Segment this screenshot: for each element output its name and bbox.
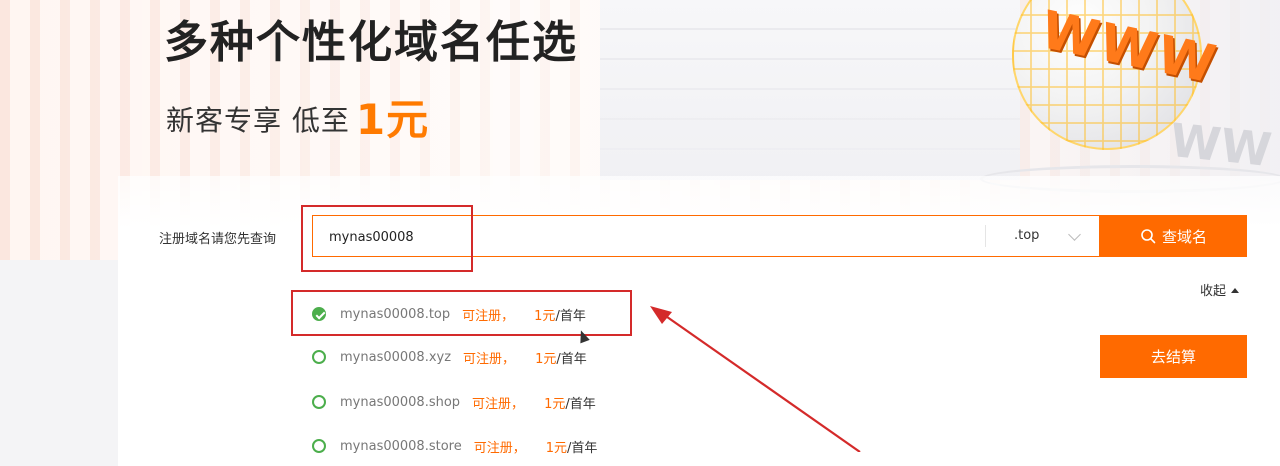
search-box: .top bbox=[312, 215, 1100, 258]
result-status: 可注册， bbox=[462, 308, 515, 324]
chevron-down-icon bbox=[1068, 228, 1081, 241]
checkout-button[interactable]: 去结算 bbox=[1100, 335, 1247, 378]
domain-search-input[interactable] bbox=[327, 216, 971, 258]
banner-price-highlight: 1元 bbox=[355, 95, 430, 144]
result-price: 1元 bbox=[534, 308, 556, 324]
result-domain: mynas00008.shop bbox=[340, 394, 461, 410]
unselected-radio-icon[interactable] bbox=[312, 395, 326, 409]
collapse-label: 收起 bbox=[1200, 284, 1227, 299]
result-unit: /首年 bbox=[556, 351, 587, 367]
result-item[interactable]: mynas00008.top 可注册， 1元/首年 bbox=[312, 302, 586, 326]
tld-select-value: .top bbox=[1014, 228, 1040, 243]
result-domain: mynas00008.store bbox=[340, 438, 462, 454]
search-domain-button[interactable]: 查域名 bbox=[1100, 215, 1247, 257]
result-unit: /首年 bbox=[565, 396, 596, 412]
result-unit: /首年 bbox=[555, 308, 586, 324]
result-price: 1元 bbox=[535, 351, 557, 367]
result-item[interactable]: mynas00008.xyz 可注册， 1元/首年 bbox=[312, 345, 587, 369]
banner-subtitle-text: 新客专享 低至 bbox=[166, 104, 350, 137]
result-unit: /首年 bbox=[567, 440, 598, 456]
unselected-radio-icon[interactable] bbox=[312, 350, 326, 364]
result-domain: mynas00008.xyz bbox=[340, 349, 452, 365]
result-price: 1元 bbox=[544, 396, 566, 412]
result-status: 可注册， bbox=[472, 396, 525, 412]
search-button-label: 查域名 bbox=[1161, 227, 1207, 246]
search-label: 注册域名请您先查询 bbox=[159, 232, 277, 247]
result-item[interactable]: mynas00008.shop 可注册， 1元/首年 bbox=[312, 390, 596, 414]
unselected-radio-icon[interactable] bbox=[312, 439, 326, 453]
result-status: 可注册， bbox=[473, 440, 526, 456]
banner-subtitle: 新客专享 低至 1元 bbox=[166, 86, 429, 147]
banner-title: 多种个性化域名任选 bbox=[164, 17, 578, 68]
tld-select[interactable]: .top bbox=[985, 225, 1097, 247]
search-icon bbox=[1141, 229, 1156, 244]
stairs-decoration bbox=[600, 0, 1020, 180]
result-item[interactable]: mynas00008.store 可注册， 1元/首年 bbox=[312, 434, 597, 458]
selected-check-icon[interactable] bbox=[312, 307, 326, 321]
result-domain: mynas00008.top bbox=[340, 306, 451, 322]
result-price: 1元 bbox=[545, 440, 568, 456]
caret-up-icon bbox=[1231, 288, 1240, 293]
result-status: 可注册， bbox=[463, 351, 516, 367]
collapse-toggle[interactable]: 收起 bbox=[1200, 280, 1240, 299]
